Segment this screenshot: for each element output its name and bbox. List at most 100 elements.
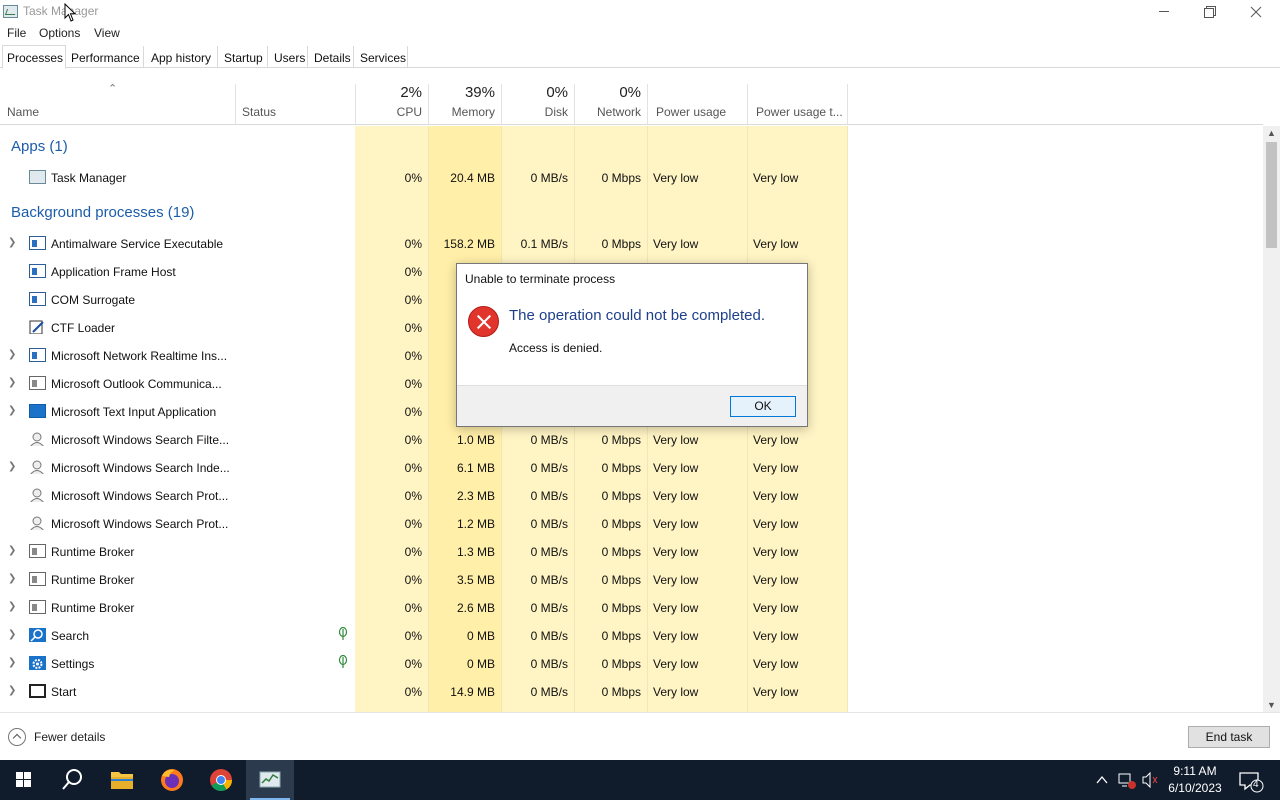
- process-window-icon: [29, 292, 46, 306]
- end-task-button[interactable]: End task: [1188, 726, 1270, 748]
- table-row[interactable]: Microsoft Windows Search Prot... 0% 1.2 …: [0, 509, 1262, 537]
- process-window-icon: [29, 236, 46, 250]
- cpu-total: 2%: [400, 84, 422, 101]
- tab-startup[interactable]: Startup: [218, 46, 268, 68]
- mouse-cursor-icon: [64, 3, 77, 22]
- vertical-scrollbar[interactable]: ▲ ▼: [1263, 126, 1280, 712]
- search-icon: [29, 628, 46, 642]
- close-button[interactable]: [1233, 0, 1279, 24]
- tab-services[interactable]: Services: [354, 46, 408, 68]
- menu-file[interactable]: File: [7, 26, 26, 40]
- dialog-button-area: OK: [457, 385, 807, 426]
- column-power-usage-trend[interactable]: Power usage t...: [747, 84, 847, 125]
- table-row[interactable]: Microsoft Windows Search Prot... 0% 2.3 …: [0, 481, 1262, 509]
- taskbar-chrome[interactable]: [197, 760, 245, 800]
- column-network[interactable]: 0% Network: [574, 84, 647, 125]
- dialog-title: Unable to terminate process: [465, 272, 616, 286]
- taskbar-search-button[interactable]: [48, 760, 96, 800]
- title-bar: Task Manager: [0, 0, 1280, 24]
- expand-chevron-icon[interactable]: ❯: [8, 685, 16, 696]
- scroll-down-icon[interactable]: ▼: [1267, 700, 1276, 710]
- error-dialog: Unable to terminate process The operatio…: [456, 263, 808, 427]
- expand-chevron-icon[interactable]: ❯: [8, 377, 16, 388]
- chevron-up-circle-icon[interactable]: [8, 728, 26, 746]
- network-icon[interactable]: [1116, 760, 1138, 800]
- ok-button[interactable]: OK: [730, 396, 796, 417]
- table-row[interactable]: ❯ Microsoft Windows Search Inde... 0% 6.…: [0, 453, 1262, 481]
- table-row[interactable]: ❯ Runtime Broker 0% 1.3 MB 0 MB/s 0 Mbps…: [0, 537, 1262, 565]
- taskbar-task-manager[interactable]: [246, 760, 294, 800]
- start-window-icon: [29, 684, 46, 698]
- column-status[interactable]: Status: [235, 84, 355, 125]
- menu-options[interactable]: Options: [39, 26, 80, 40]
- group-apps: Apps (1): [11, 138, 68, 155]
- column-cpu[interactable]: 2% CPU: [355, 84, 428, 125]
- volume-icon[interactable]: [1140, 760, 1162, 800]
- column-power-usage[interactable]: Power usage: [647, 84, 747, 125]
- tab-users[interactable]: Users: [268, 46, 308, 68]
- table-row[interactable]: Task Manager 0% 20.4 MB 0 MB/s 0 Mbps Ve…: [0, 163, 1262, 191]
- process-window-icon: [29, 376, 46, 390]
- expand-chevron-icon[interactable]: ❯: [8, 545, 16, 556]
- tab-app-history[interactable]: App history: [144, 46, 218, 68]
- search-person-icon: [30, 488, 44, 502]
- system-clock[interactable]: 9:11 AM 6/10/2023: [1162, 763, 1228, 797]
- tab-details[interactable]: Details: [308, 46, 354, 68]
- keyboard-icon: [29, 404, 46, 418]
- expand-chevron-icon[interactable]: ❯: [8, 601, 16, 612]
- tab-processes[interactable]: Processes: [2, 45, 66, 69]
- memory-total: 39%: [464, 84, 495, 101]
- table-row[interactable]: Microsoft Windows Search Filte... 0% 1.0…: [0, 425, 1262, 453]
- clock-time: 9:11 AM: [1173, 764, 1217, 778]
- task-manager-icon: [3, 5, 18, 18]
- expand-chevron-icon[interactable]: ❯: [8, 573, 16, 584]
- scrollbar-thumb[interactable]: [1266, 142, 1277, 248]
- tab-performance[interactable]: Performance: [66, 46, 144, 68]
- column-disk[interactable]: 0% Disk: [501, 84, 574, 125]
- restore-button[interactable]: [1187, 0, 1233, 24]
- process-window-icon: [29, 572, 46, 586]
- scroll-up-icon[interactable]: ▲: [1267, 128, 1276, 138]
- windows-logo-icon: [16, 772, 31, 787]
- gear-icon: [29, 656, 46, 670]
- column-header-filler: [847, 84, 1263, 125]
- action-center-icon[interactable]: 4: [1236, 760, 1272, 800]
- dialog-content: Access is denied.: [509, 341, 603, 355]
- table-row[interactable]: ❯ Search 0% 0 MB 0 MB/s 0 Mbps Very low …: [0, 621, 1262, 649]
- folder-icon: [111, 772, 133, 789]
- tab-bar: Processes Performance App history Startu…: [0, 45, 1280, 69]
- minimize-button[interactable]: [1141, 0, 1187, 24]
- start-button[interactable]: [0, 760, 48, 800]
- network-total: 0%: [619, 84, 641, 101]
- tray-chevron-up-icon[interactable]: [1094, 760, 1110, 800]
- process-window-icon: [29, 544, 46, 558]
- notification-count-badge: 4: [1253, 779, 1259, 790]
- table-row[interactable]: ❯ Runtime Broker 0% 2.6 MB 0 MB/s 0 Mbps…: [0, 593, 1262, 621]
- table-row[interactable]: ❯ Antimalware Service Executable 0% 158.…: [0, 229, 1262, 257]
- taskbar-file-explorer[interactable]: [98, 760, 146, 800]
- search-person-icon: [30, 516, 44, 530]
- column-memory[interactable]: 39% Memory: [428, 84, 501, 125]
- task-manager-icon: [29, 170, 46, 184]
- error-icon: [468, 306, 499, 337]
- group-background-processes: Background processes (19): [11, 204, 195, 221]
- search-person-icon: [30, 460, 44, 474]
- table-row[interactable]: ❯ Settings 0% 0 MB 0 MB/s 0 Mbps Very lo…: [0, 649, 1262, 677]
- expand-chevron-icon[interactable]: ❯: [8, 629, 16, 640]
- expand-chevron-icon[interactable]: ❯: [8, 237, 16, 248]
- expand-chevron-icon[interactable]: ❯: [8, 461, 16, 472]
- ctf-loader-pen-icon: [29, 320, 44, 334]
- table-row[interactable]: ❯ Runtime Broker 0% 3.5 MB 0 MB/s 0 Mbps…: [0, 565, 1262, 593]
- efficiency-leaf-icon: [338, 655, 348, 668]
- table-row[interactable]: ❯ Start 0% 14.9 MB 0 MB/s 0 Mbps Very lo…: [0, 677, 1262, 705]
- taskbar-firefox[interactable]: [148, 760, 196, 800]
- expand-chevron-icon[interactable]: ❯: [8, 405, 16, 416]
- expand-chevron-icon[interactable]: ❯: [8, 349, 16, 360]
- menu-view[interactable]: View: [94, 26, 120, 40]
- fewer-details-link[interactable]: Fewer details: [34, 730, 105, 744]
- process-window-icon: [29, 264, 46, 278]
- expand-chevron-icon[interactable]: ❯: [8, 657, 16, 668]
- taskbar: 9:11 AM 6/10/2023 4: [0, 760, 1280, 800]
- column-name[interactable]: Name: [0, 84, 235, 125]
- efficiency-leaf-icon: [338, 627, 348, 640]
